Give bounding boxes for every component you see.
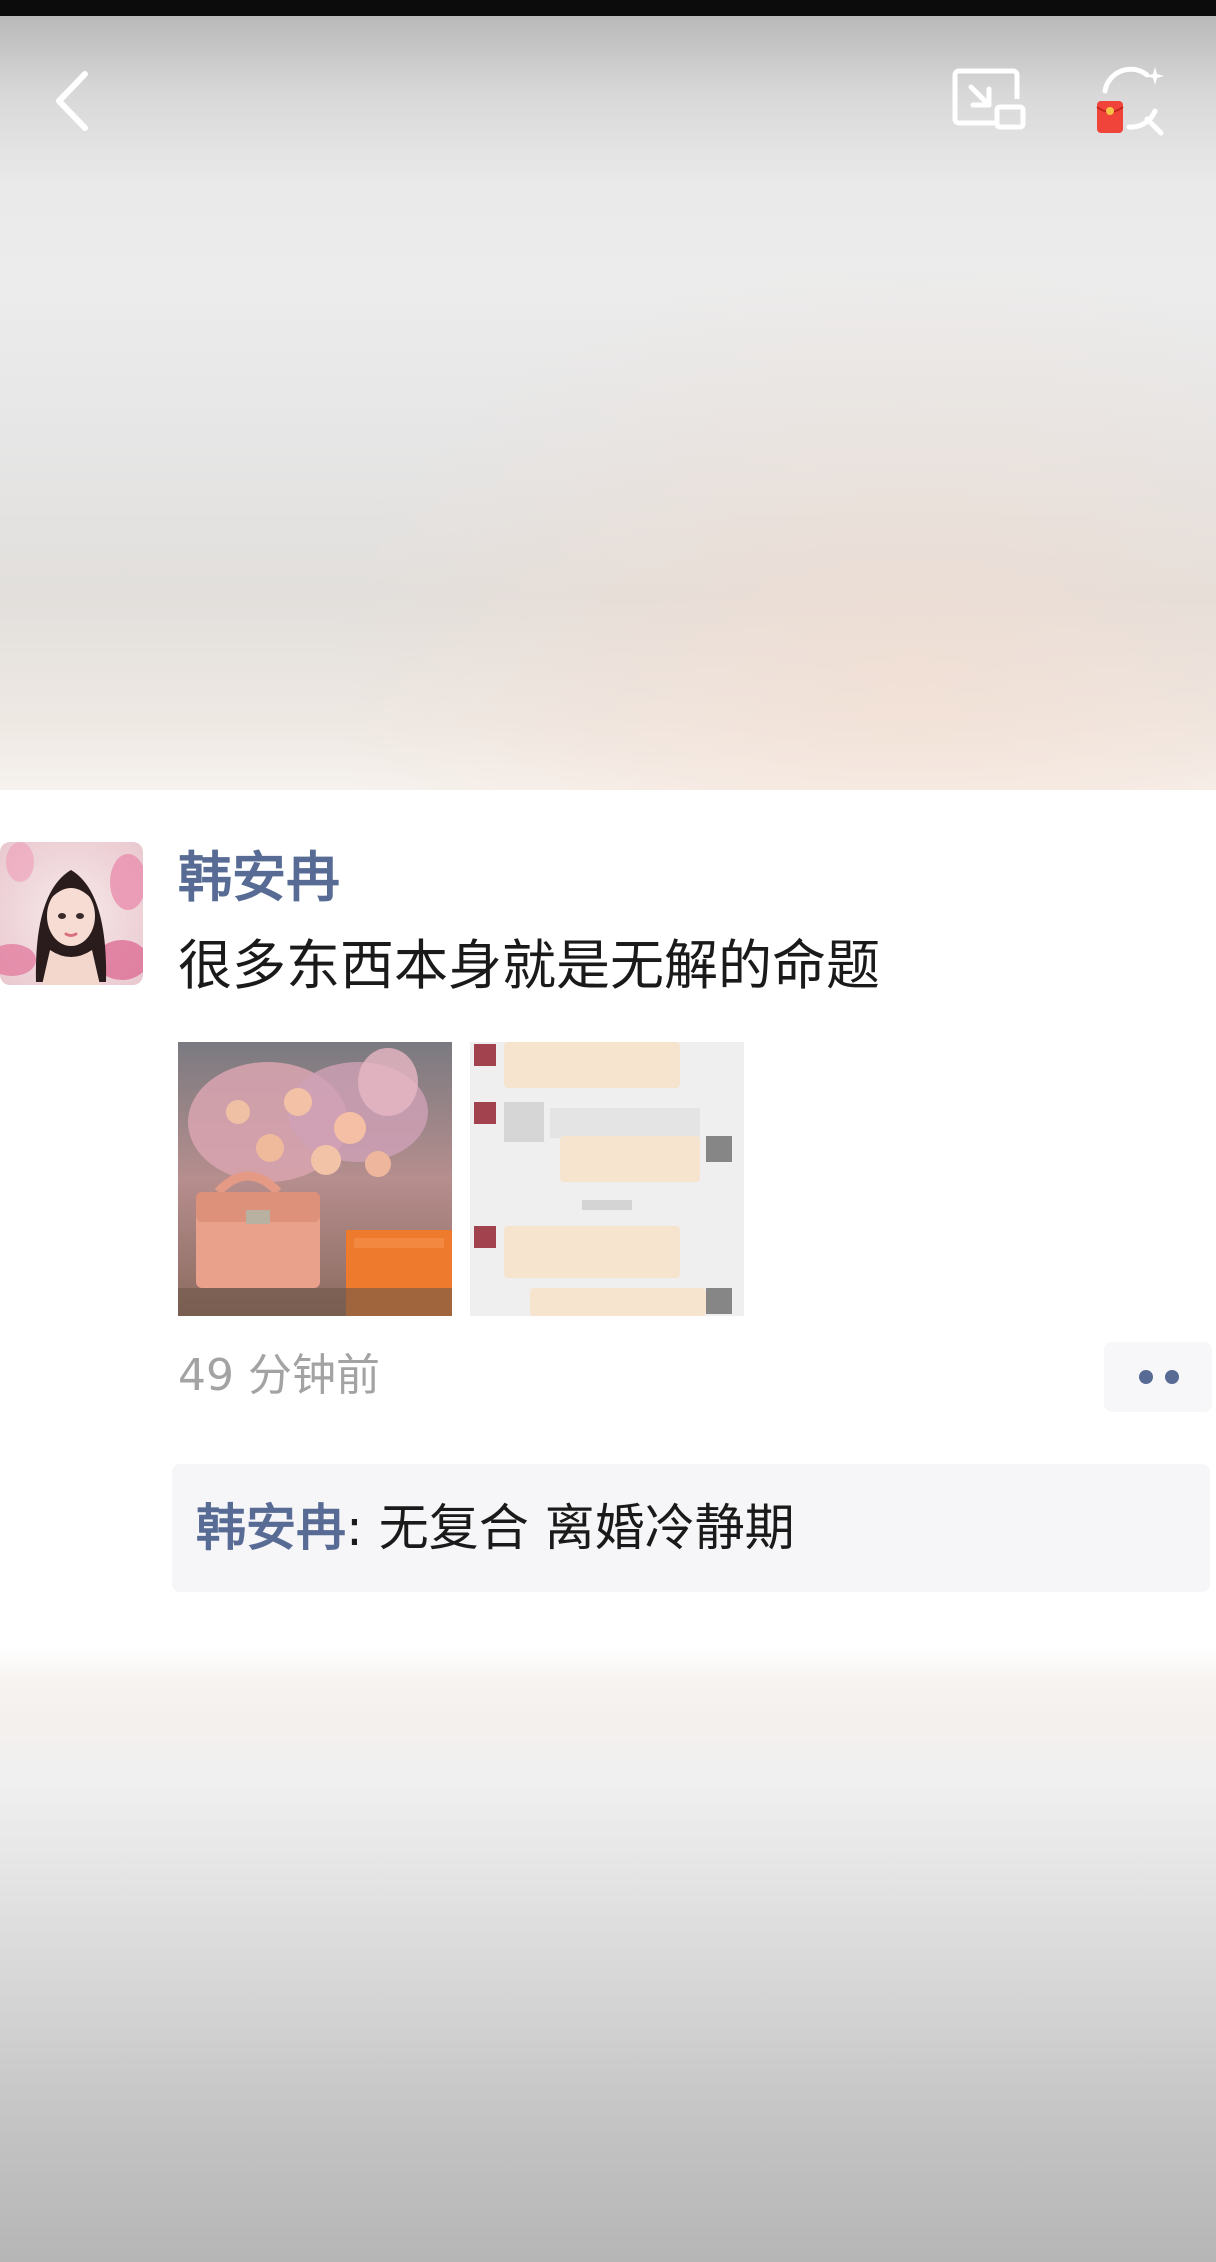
red-packet-button[interactable] [1084, 56, 1174, 146]
flowers-and-handbag-photo [178, 1042, 452, 1316]
post-photo[interactable] [470, 1042, 744, 1316]
chat-screenshot-photo [470, 1042, 744, 1316]
comment-item: 韩安冉: 无复合 离婚冷静期 [196, 1490, 795, 1566]
more-actions-button[interactable] [1104, 1342, 1212, 1412]
comment-separator: : [346, 1499, 379, 1557]
moment-card: 韩安冉 很多东西本身就是无解的命题 49 分钟前 韩安冉: 无复合 离婚冷静期 [0, 790, 1216, 1646]
comment-author[interactable]: 韩安冉 [196, 1499, 346, 1557]
picture-in-picture-icon [952, 68, 1026, 130]
post-timestamp: 49 分钟前 [178, 1350, 380, 1401]
red-packet-refresh-icon [1096, 66, 1164, 136]
author-name[interactable]: 韩安冉 [178, 840, 340, 916]
post-photo[interactable] [178, 1042, 452, 1316]
comment-section: 韩安冉: 无复合 离婚冷静期 [172, 1464, 1210, 1592]
bottom-background [0, 1646, 1216, 2262]
post-text: 很多东西本身就是无解的命题 [178, 934, 880, 997]
comment-text: 无复合 离婚冷静期 [378, 1499, 795, 1557]
status-bar [0, 0, 1216, 16]
avatar-image [0, 842, 143, 985]
more-dots-icon [1139, 1370, 1179, 1384]
avatar[interactable] [0, 842, 143, 985]
moments-post-screen: 韩安冉 很多东西本身就是无解的命题 49 分钟前 韩安冉: 无复合 离婚冷静期 [0, 0, 1216, 2262]
picture-in-picture-button[interactable] [944, 56, 1034, 146]
back-button[interactable] [28, 56, 118, 146]
chevron-left-icon [56, 71, 88, 131]
